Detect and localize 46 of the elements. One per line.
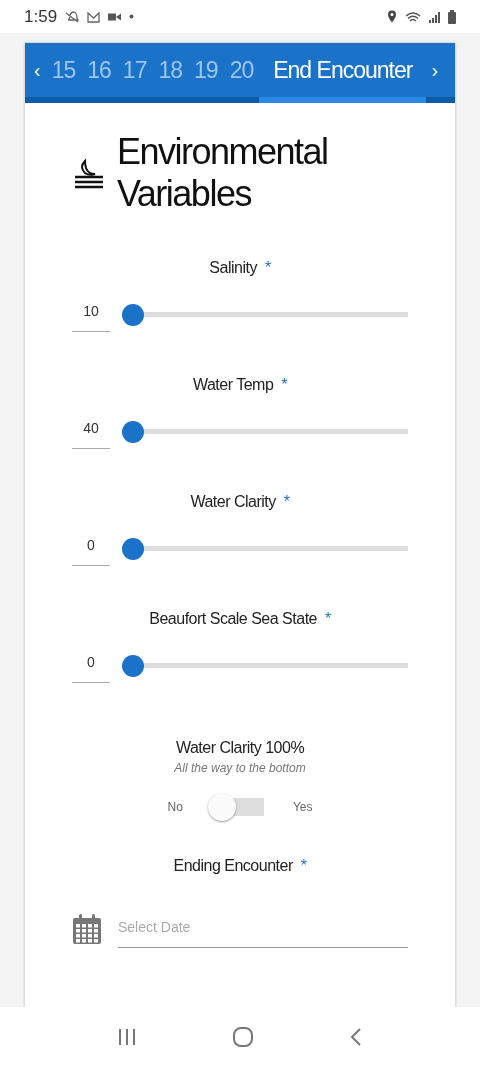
signal-icon [429, 10, 440, 23]
video-camera-icon [108, 12, 122, 21]
step-tab[interactable]: 15 [45, 43, 82, 103]
required-mark: * [283, 493, 290, 511]
required-mark: * [281, 376, 288, 394]
slider-thumb[interactable] [122, 537, 144, 560]
required-mark: * [300, 857, 307, 875]
value-field[interactable]: 0 [72, 531, 110, 566]
field-label: Water Temp [192, 376, 274, 394]
recent-apps-icon[interactable] [117, 1028, 138, 1046]
status-time: 1:59 [24, 6, 58, 27]
mail-icon [87, 10, 101, 23]
bell-off-icon [65, 9, 80, 24]
value-field[interactable]: 10 [72, 297, 110, 332]
value-field[interactable]: 0 [72, 648, 110, 683]
on-label: Yes [291, 800, 314, 814]
step-tab[interactable]: 20 [223, 43, 260, 103]
home-icon[interactable] [232, 1026, 254, 1048]
field-label: Water Clarity [190, 493, 276, 511]
step-tab[interactable]: 16 [81, 43, 117, 103]
step-tab[interactable]: End Encounter [259, 43, 427, 103]
field-label: Water Clarity 100% [175, 739, 305, 757]
slider-thumb[interactable] [122, 303, 144, 326]
value-field[interactable]: 40 [72, 414, 110, 449]
wifi-icon [405, 10, 421, 23]
required-mark: * [264, 259, 271, 277]
field-hint: All the way to the bottom [174, 761, 306, 775]
slider-thumb[interactable] [122, 420, 144, 443]
step-tab[interactable]: 19 [188, 43, 224, 103]
off-label: No [166, 800, 184, 814]
calendar-icon [72, 912, 102, 945]
required-mark: * [324, 610, 331, 628]
page-title: Environmental Variables [117, 131, 329, 215]
step-tab[interactable]: 18 [152, 43, 189, 103]
back-icon[interactable] [348, 1027, 363, 1047]
field-label: Beaufort Scale Sea State [149, 610, 317, 628]
location-icon [387, 10, 397, 23]
field-label: Salinity [209, 259, 257, 277]
step-tab[interactable]: 17 [116, 43, 153, 103]
dot-icon [129, 14, 135, 19]
scroll-right-button[interactable]: › [426, 43, 444, 97]
scroll-left-button[interactable]: ‹ [29, 43, 46, 97]
battery-icon [448, 9, 456, 24]
date-field[interactable]: Select Date [118, 909, 408, 948]
field-label: Ending Encounter [173, 857, 293, 875]
slider-thumb[interactable] [122, 654, 144, 677]
